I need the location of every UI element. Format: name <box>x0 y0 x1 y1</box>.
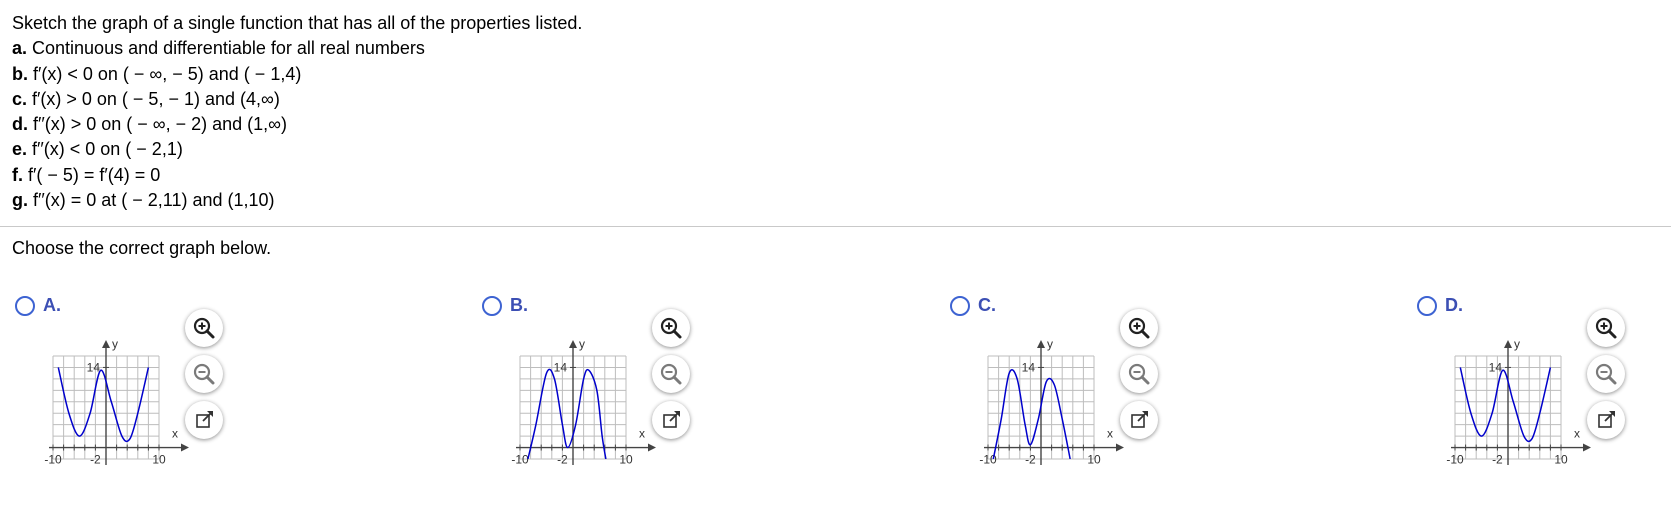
question-intro: Sketch the graph of a single function th… <box>12 13 583 33</box>
x-tick-label-min: -10 <box>44 453 62 467</box>
zoom-in-button[interactable] <box>1587 309 1625 347</box>
property-text: f′′(x) = 0 at ( − 2,11) and (1,10) <box>33 190 275 211</box>
y-axis-arrow <box>1037 340 1045 348</box>
function-curve <box>992 369 1071 459</box>
x-tick-label-min: -10 <box>1446 453 1464 467</box>
choice-letter: A. <box>43 295 61 315</box>
zoom-out-button[interactable] <box>1587 355 1625 393</box>
x-tick-label-max: 10 <box>1087 453 1101 467</box>
property-e: e. f′′(x) < 0 on ( − 2,1) <box>12 137 582 162</box>
property-g: g. f′′(x) = 0 at ( − 2,11) and (1,10) <box>12 188 582 213</box>
x-tick-label-mid: -2 <box>1025 453 1036 467</box>
y-axis-label: y <box>1514 337 1520 351</box>
choice-c: C. -10 -2 10 14 y x <box>950 294 1200 494</box>
zoom-in-button[interactable] <box>185 309 223 347</box>
y-axis-label: y <box>579 337 585 351</box>
section-divider <box>0 226 1671 227</box>
y-axis-arrow <box>1504 340 1512 348</box>
x-tick-label-mid: -2 <box>1492 453 1503 467</box>
popout-icon <box>1598 411 1615 428</box>
x-tick-label-mid: -2 <box>557 453 568 467</box>
property-text: f′(x) > 0 on ( − 5, − 1) and (4,∞) <box>32 88 280 109</box>
popout-button[interactable] <box>1120 401 1158 439</box>
y-axis-label: y <box>112 337 118 351</box>
choice-a: A. -10 -2 10 14 y x <box>15 294 265 494</box>
property-c: c. f′(x) > 0 on ( − 5, − 1) and (4,∞) <box>12 87 582 112</box>
choice-radio[interactable] <box>950 296 970 316</box>
y-tick-label: 14 <box>1022 360 1036 374</box>
zoom-out-icon <box>1128 363 1150 385</box>
x-axis-arrow <box>1116 443 1124 452</box>
y-tick-label: 14 <box>554 360 568 374</box>
zoom-in-icon <box>1128 317 1150 339</box>
property-label: b. <box>12 63 28 84</box>
popout-icon <box>663 411 680 428</box>
choice-radio[interactable] <box>1417 296 1437 316</box>
choice-b: B. -10 -2 10 14 y x <box>482 294 732 494</box>
choice-radio[interactable] <box>482 296 502 316</box>
x-tick-label-mid: -2 <box>90 453 101 467</box>
property-text: f′′(x) > 0 on ( − ∞, − 2) and (1,∞) <box>33 114 288 135</box>
x-axis-label: x <box>1107 427 1113 441</box>
x-tick-label-max: 10 <box>1554 453 1568 467</box>
choice-graph: -10 -2 1014yx <box>979 337 1124 467</box>
zoom-in-button[interactable] <box>1120 309 1158 347</box>
x-tick-label-max: 10 <box>619 453 633 467</box>
x-axis-arrow <box>648 443 656 452</box>
property-label: d. <box>12 114 28 135</box>
zoom-in-icon <box>193 317 215 339</box>
zoom-out-icon <box>660 363 682 385</box>
zoom-in-button[interactable] <box>652 309 690 347</box>
zoom-in-icon <box>660 317 682 339</box>
property-b: b. f′(x) < 0 on ( − ∞, − 5) and ( − 1,4) <box>12 62 582 87</box>
popout-button[interactable] <box>1587 401 1625 439</box>
property-text: f′(x) < 0 on ( − ∞, − 5) and ( − 1,4) <box>33 63 302 84</box>
property-label: g. <box>12 190 28 211</box>
choice-graph: -10 -2 10 14 y x <box>44 337 189 467</box>
question-text: Sketch the graph of a single function th… <box>12 11 582 213</box>
property-label: f. <box>12 164 23 185</box>
popout-button[interactable] <box>185 401 223 439</box>
choice-letter: B. <box>510 295 528 315</box>
zoom-in-icon <box>1595 317 1617 339</box>
zoom-out-button[interactable] <box>185 355 223 393</box>
popout-icon <box>196 411 213 428</box>
choice-prompt: Choose the correct graph below. <box>12 238 272 258</box>
property-label: e. <box>12 139 28 160</box>
x-axis-label: x <box>1574 427 1580 441</box>
y-axis-label: y <box>1047 337 1053 351</box>
y-axis-arrow <box>102 340 110 348</box>
y-tick-label: 14 <box>87 360 101 374</box>
zoom-out-icon <box>193 363 215 385</box>
property-text: f′′(x) < 0 on ( − 2,1) <box>32 139 183 160</box>
x-axis-arrow <box>181 443 189 452</box>
popout-icon <box>1131 411 1148 428</box>
property-text: Continuous and differentiable for all re… <box>32 38 425 59</box>
x-tick-label-max: 10 <box>152 453 166 467</box>
property-a: a. Continuous and differentiable for all … <box>12 36 582 61</box>
zoom-out-button[interactable] <box>652 355 690 393</box>
choice-radio[interactable] <box>15 296 35 316</box>
choice-graph: -10 -2 10 14 y x <box>511 337 656 467</box>
property-d: d. f′′(x) > 0 on ( − ∞, − 2) and (1,∞) <box>12 112 582 137</box>
y-axis-arrow <box>569 340 577 348</box>
zoom-out-button[interactable] <box>1120 355 1158 393</box>
property-label: a. <box>12 38 28 59</box>
y-tick-label: 14 <box>1489 360 1503 374</box>
x-tick-label-min: -10 <box>511 453 529 467</box>
choice-d: D. -10 -2 10 14 y x <box>1417 294 1667 494</box>
choice-graph: -10 -2 10 14 y x <box>1446 337 1591 467</box>
x-axis-label: x <box>172 427 178 441</box>
property-f: f. f′( − 5) = f′(4) = 0 <box>12 163 582 188</box>
zoom-out-icon <box>1595 363 1617 385</box>
choice-letter: C. <box>978 295 996 315</box>
popout-button[interactable] <box>652 401 690 439</box>
property-text: f′( − 5) = f′(4) = 0 <box>28 164 161 185</box>
choice-letter: D. <box>1445 295 1463 315</box>
property-label: c. <box>12 88 28 109</box>
x-axis-arrow <box>1583 443 1591 452</box>
x-axis-label: x <box>639 427 645 441</box>
